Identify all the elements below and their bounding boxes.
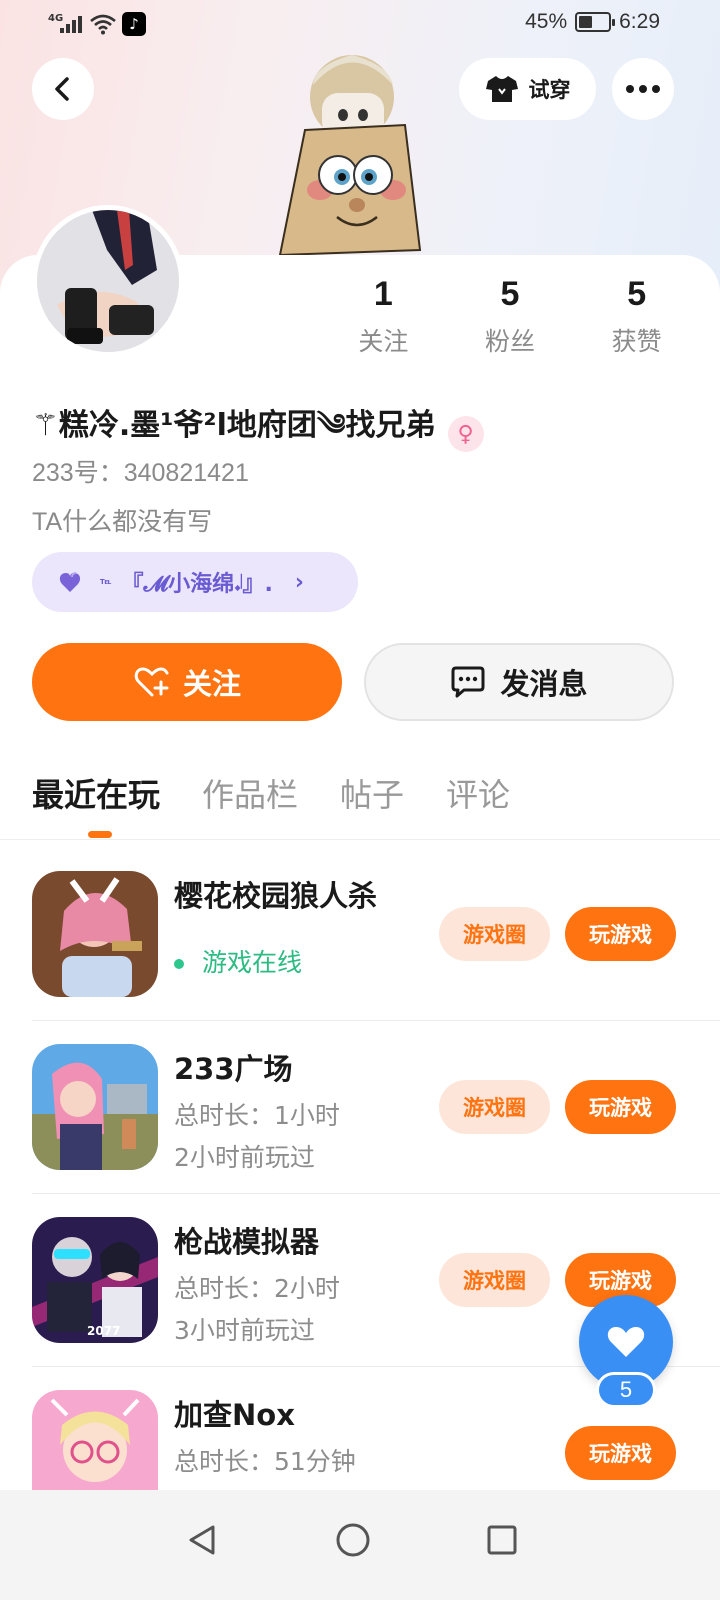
heart-icon [607, 1327, 645, 1357]
online-status-text: 游戏在线 [202, 948, 303, 977]
game-circle-button[interactable]: 游戏圈 [439, 1253, 550, 1307]
game-name: 加查Nox [174, 1398, 295, 1432]
game-playtime: 总时长：2小时 [174, 1274, 340, 1303]
heart-plus-icon [134, 667, 169, 697]
chat-bubble-icon [451, 666, 485, 698]
profile-stats: 1 关注 5 粉丝 5 获赞 [320, 272, 700, 358]
status-bar: 4G ♪ 45% 6:29 [0, 0, 720, 48]
game-icon: 2077 [32, 1217, 158, 1343]
profile-tabs: 最近在玩 作品栏 帖子 评论 [32, 770, 552, 830]
game-circle-button[interactable]: 游戏圈 [439, 1080, 550, 1134]
tshirt-icon [485, 76, 518, 102]
system-navigation-bar [0, 1490, 720, 1600]
nav-home-button[interactable] [323, 1510, 383, 1570]
send-message-button[interactable]: 发消息 [364, 643, 674, 721]
tab-recent-played[interactable]: 最近在玩 [32, 770, 160, 830]
female-icon: ♀ [447, 416, 484, 452]
back-button[interactable] [32, 58, 94, 120]
game-circle-button[interactable]: 游戏圈 [439, 907, 550, 961]
game-last-played: 2小时前玩过 [174, 1143, 315, 1172]
friend-tag-label: 『𝓜小海绵𝆺𝅥』. [121, 572, 273, 597]
clock: 6:29 [619, 10, 660, 33]
cellular-signal-icon: 4G [48, 13, 84, 35]
stat-label: 关注 [358, 327, 409, 356]
stat-value: 1 [373, 275, 393, 313]
divider [32, 1193, 720, 1194]
battery-icon [575, 12, 616, 32]
tab-comments[interactable]: 评论 [446, 770, 510, 830]
play-game-button[interactable]: 玩游戏 [565, 1080, 676, 1134]
friend-tag-prefix: ℡ [100, 577, 112, 587]
nav-back-button[interactable] [172, 1510, 232, 1570]
tab-works[interactable]: 作品栏 [202, 770, 298, 830]
heart-icon [59, 572, 81, 592]
chevron-left-icon [55, 77, 69, 101]
wifi-icon [90, 14, 116, 35]
tiktok-notification-icon: ♪ [122, 12, 146, 36]
message-label: 发消息 [500, 667, 588, 701]
active-tab-indicator [88, 831, 112, 838]
stat-label: 获赞 [611, 327, 662, 356]
nav-recents-button[interactable] [472, 1510, 532, 1570]
game-status: 游戏在线 [174, 943, 302, 979]
game-name: 233广场 [174, 1052, 293, 1086]
divider [32, 1020, 720, 1021]
game-name: 枪战模拟器 [174, 1225, 320, 1259]
try-on-button[interactable]: 试穿 [459, 58, 596, 120]
avatar[interactable] [32, 205, 184, 357]
game-playtime: 总时长：1小时 [174, 1101, 340, 1130]
game-icon [32, 1390, 158, 1490]
game-last-played: 3小时前玩过 [174, 1316, 315, 1345]
follow-label: 关注 [182, 667, 241, 701]
square-recents-icon [487, 1525, 517, 1555]
stat-value: 5 [627, 275, 647, 313]
like-count-badge: 5 [596, 1372, 656, 1408]
game-row[interactable]: 樱花校园狼人杀 游戏在线 游戏圈 玩游戏 [32, 871, 688, 1044]
bio: TA什么都没有写 [32, 508, 213, 536]
stat-value: 5 [500, 275, 520, 313]
game-row[interactable]: 加查Nox 总时长：51分钟 玩游戏 [32, 1390, 688, 1490]
follow-button[interactable]: 关注 [32, 643, 342, 721]
try-on-label: 试穿 [528, 78, 571, 102]
avatar-image [37, 210, 179, 352]
circle-home-icon [336, 1523, 370, 1557]
triangle-back-icon [189, 1525, 215, 1555]
more-dots-icon [626, 85, 660, 93]
stat-followers[interactable]: 5 粉丝 [447, 272, 574, 358]
friend-tag[interactable]: ℡ 『𝓜小海绵𝆺𝅥』. › [32, 552, 358, 612]
tab-posts[interactable]: 帖子 [340, 770, 404, 830]
online-status-dot [174, 959, 184, 969]
user-id[interactable]: 233号：340821421 [32, 453, 249, 489]
avatar-character-illustration [278, 55, 422, 257]
divider [0, 839, 720, 840]
battery-percent: 45% [525, 10, 568, 33]
game-row[interactable]: 233广场 总时长：1小时 2小时前玩过 游戏圈 玩游戏 [32, 1044, 688, 1217]
stat-likes: 5 获赞 [573, 272, 700, 358]
play-game-button[interactable]: 玩游戏 [565, 907, 676, 961]
game-name: 樱花校园狼人杀 [174, 879, 378, 913]
more-button[interactable] [612, 58, 674, 120]
game-icon [32, 1044, 158, 1170]
play-game-button[interactable]: 玩游戏 [565, 1426, 676, 1480]
game-playtime: 总时长：51分钟 [174, 1447, 356, 1476]
stat-label: 粉丝 [485, 327, 536, 356]
svg-text:2077: 2077 [87, 1324, 120, 1338]
stat-following[interactable]: 1 关注 [320, 272, 447, 358]
game-icon [32, 871, 158, 997]
chevron-right-icon: › [294, 569, 304, 595]
